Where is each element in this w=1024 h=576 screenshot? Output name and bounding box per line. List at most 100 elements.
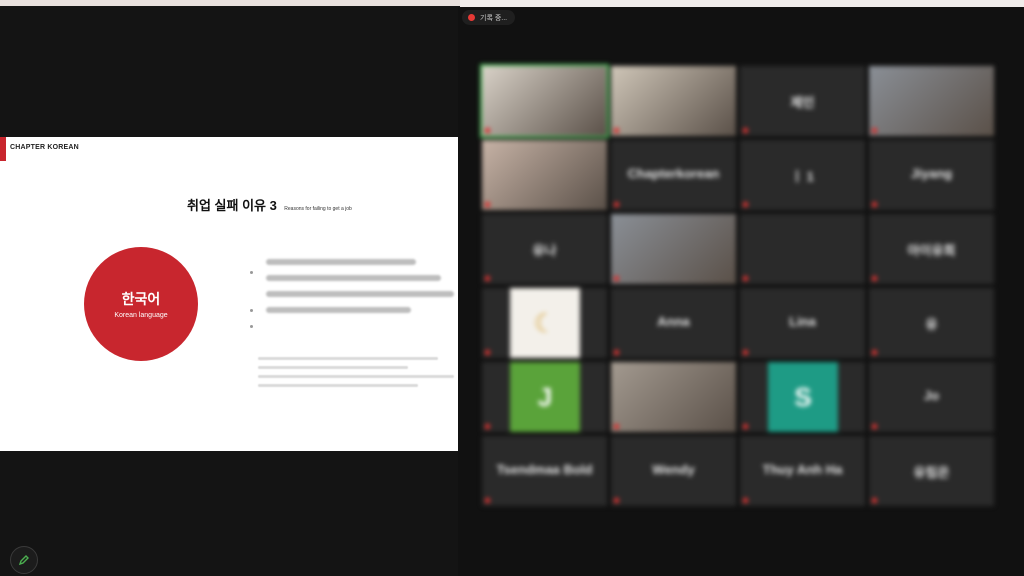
mic-muted-icon (743, 128, 748, 133)
participant-label (872, 498, 880, 503)
mic-muted-icon (485, 498, 490, 503)
mic-muted-icon (485, 128, 490, 133)
mic-muted-icon (872, 276, 877, 281)
participant-label (485, 202, 493, 207)
participant-video (611, 66, 736, 136)
mic-muted-icon (614, 350, 619, 355)
bullet-line (266, 307, 411, 313)
participant-name: Tsendmaa Bold (496, 462, 593, 477)
mic-muted-icon (872, 128, 877, 133)
participant-tile[interactable]: ☾ (482, 288, 607, 358)
participant-label (485, 350, 493, 355)
mic-muted-icon (743, 498, 748, 503)
mic-muted-icon (485, 276, 490, 281)
participant-tile[interactable]: 유 (869, 288, 994, 358)
participant-tile[interactable]: Wendy (611, 436, 736, 506)
participant-tile[interactable]: 유림은 (869, 436, 994, 506)
mic-muted-icon (743, 202, 748, 207)
participant-label (743, 424, 751, 429)
participant-label (614, 276, 622, 281)
participant-tile[interactable]: Lina (740, 288, 865, 358)
note-line (258, 357, 438, 360)
recording-label: 기록 중... (480, 14, 508, 22)
participant-tile[interactable] (480, 64, 609, 138)
participant-label (872, 350, 880, 355)
participant-name: 유나 (532, 243, 557, 258)
mic-muted-icon (614, 276, 619, 281)
participant-label (872, 276, 880, 281)
circle-korean: 한국어 (121, 291, 161, 307)
participant-name: Anna (657, 314, 690, 329)
slide-title-korean: 취업 실패 이유 3 (187, 198, 277, 213)
participant-tile[interactable]: Jo (869, 362, 994, 432)
participant-name: Lina (789, 314, 816, 329)
participant-avatar: J (510, 362, 580, 432)
participant-tile[interactable] (869, 66, 994, 136)
participant-tile[interactable]: 제인 (740, 66, 865, 136)
participant-tile[interactable]: Jiyang (869, 140, 994, 210)
slide-title-english: Reasons for failing to get a job (284, 206, 352, 212)
participant-tile[interactable]: ㅣ 1 (740, 140, 865, 210)
note-line (258, 366, 408, 369)
mic-muted-icon (743, 350, 748, 355)
participant-label (872, 202, 880, 207)
participant-label (743, 276, 751, 281)
mic-muted-icon (614, 202, 619, 207)
participant-tile[interactable]: 아이유희 (869, 214, 994, 284)
participant-tile[interactable] (611, 66, 736, 136)
moon-avatar-icon: ☾ (510, 288, 580, 358)
participant-tile[interactable]: 유나 (482, 214, 607, 284)
participant-avatar: S (768, 362, 838, 432)
topic-circle: 한국어 Korean language (84, 247, 198, 361)
mic-muted-icon (743, 276, 748, 281)
participant-label (485, 424, 493, 429)
participant-tile[interactable] (482, 140, 607, 210)
participant-name: Thuy Anh Ha (762, 462, 843, 477)
participant-label (743, 498, 751, 503)
participant-name: Chapterkorean (627, 166, 720, 181)
participant-video (482, 140, 607, 210)
participant-label (743, 202, 751, 207)
participant-tile[interactable] (740, 214, 865, 284)
mic-muted-icon (872, 424, 877, 429)
participant-label (485, 128, 493, 133)
bullet-dot (250, 271, 253, 274)
mic-muted-icon (485, 350, 490, 355)
participant-tile[interactable]: Tsendmaa Bold (482, 436, 607, 506)
participant-tile[interactable] (611, 362, 736, 432)
participant-name: 유 (925, 317, 938, 332)
mic-muted-icon (614, 424, 619, 429)
participant-label (743, 350, 751, 355)
participant-tile[interactable]: J (482, 362, 607, 432)
participant-label (614, 424, 622, 429)
pencil-icon (18, 555, 29, 566)
bullet-line (266, 275, 441, 281)
recording-indicator[interactable]: 기록 중... (462, 10, 516, 25)
participant-tile[interactable]: Thuy Anh Ha (740, 436, 865, 506)
participant-name: Jiyang (910, 166, 953, 181)
participant-tile[interactable]: S (740, 362, 865, 432)
slide-title: 취업 실패 이유 3 Reasons for failing to get a … (187, 195, 352, 215)
bullet-dot (250, 325, 253, 328)
mic-muted-icon (872, 498, 877, 503)
participant-name: 유림은 (913, 465, 950, 480)
participant-name: Jo (923, 388, 940, 403)
mic-muted-icon (614, 498, 619, 503)
participant-label (614, 128, 622, 133)
participant-label (614, 350, 622, 355)
slide-brand: CHAPTER KOREAN (10, 144, 79, 151)
note-line (258, 384, 418, 387)
participant-tile[interactable]: Anna (611, 288, 736, 358)
participant-label (743, 128, 751, 133)
participant-tile[interactable]: Chapterkorean (611, 140, 736, 210)
participant-label (485, 498, 493, 503)
annotate-button[interactable] (10, 546, 38, 574)
participant-tile[interactable] (611, 214, 736, 284)
slide-accent-bar (0, 137, 6, 161)
participant-video (482, 66, 607, 136)
left-window-titlebar (0, 0, 460, 6)
participant-name: 아이유희 (907, 243, 956, 258)
mic-muted-icon (872, 350, 877, 355)
participant-video (611, 362, 736, 432)
participant-video (869, 66, 994, 136)
